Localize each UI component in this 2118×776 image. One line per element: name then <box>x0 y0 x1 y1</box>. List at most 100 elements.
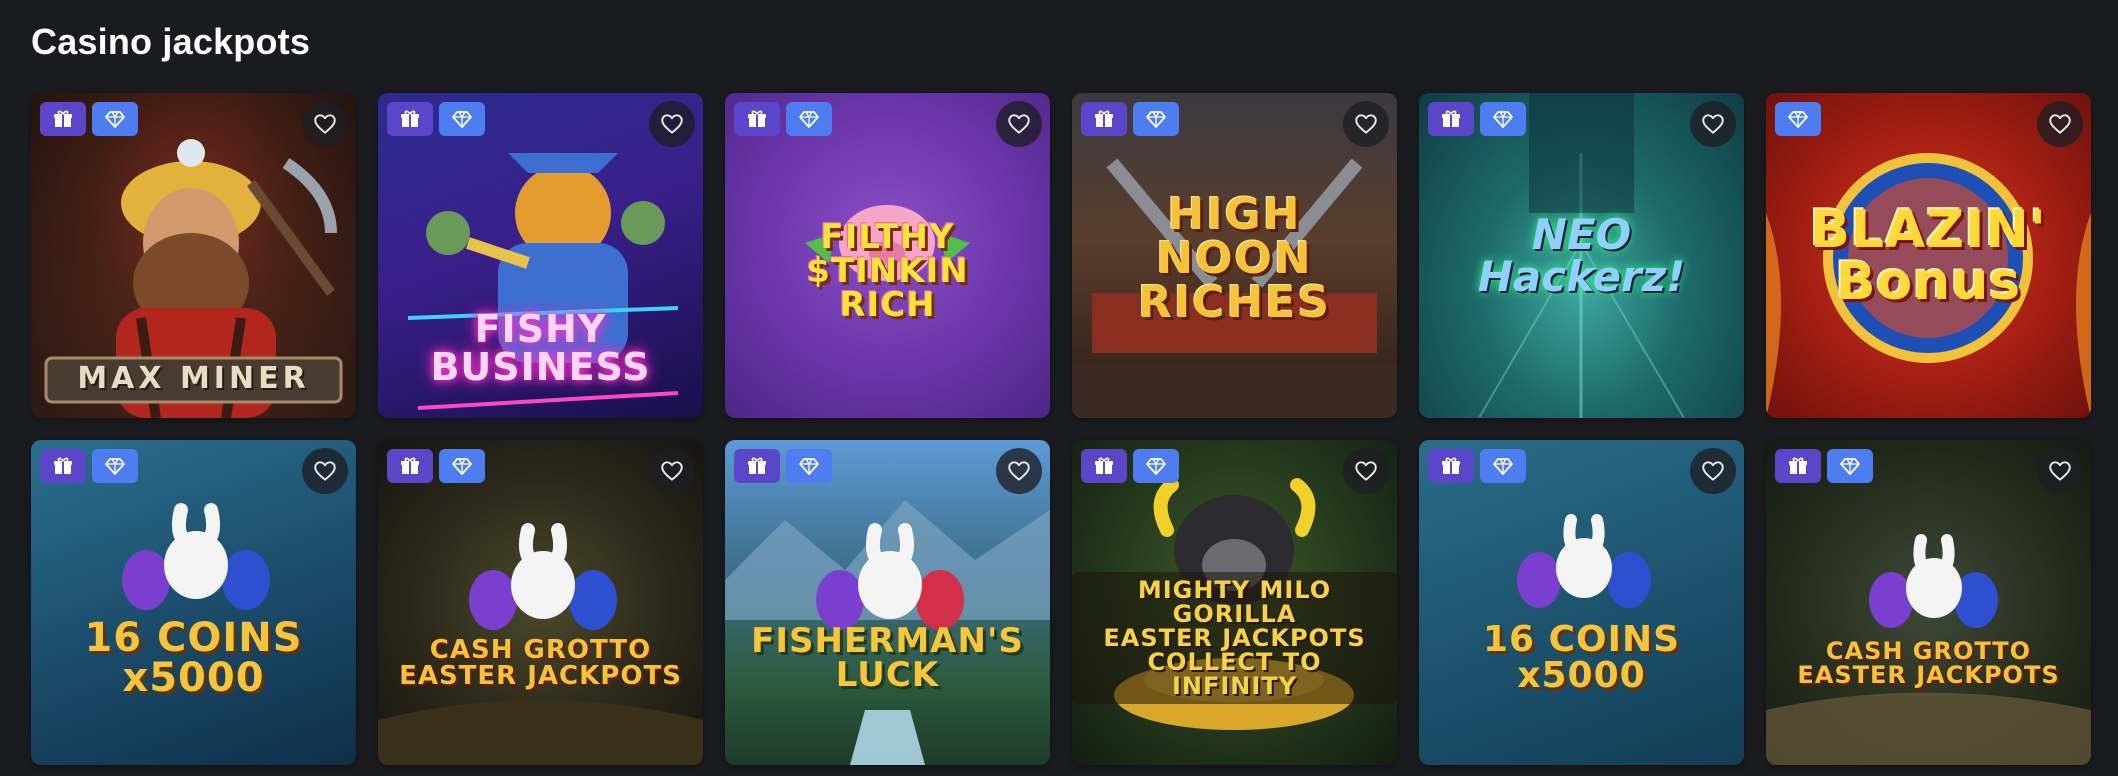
game-tile-fishermans-luck[interactable]: FISHERMAN'S LUCK <box>725 440 1050 765</box>
game-tile-blazin-bonus[interactable]: BLAZIN' Bonus <box>1766 93 2091 418</box>
heart-icon <box>1008 461 1030 481</box>
gem-badge <box>1480 102 1526 136</box>
diamond-icon <box>1493 111 1513 128</box>
gem-badge <box>439 449 485 483</box>
game-art <box>1419 93 1744 418</box>
heart-icon <box>2049 114 2071 134</box>
gift-badge <box>1081 449 1127 483</box>
badge-group <box>40 449 138 483</box>
game-art <box>31 440 356 765</box>
gift-badge <box>40 102 86 136</box>
favorite-button[interactable] <box>302 448 348 494</box>
game-art <box>725 440 1050 765</box>
gift-badge <box>1428 102 1474 136</box>
badge-group <box>1081 449 1179 483</box>
gift-badge <box>1428 449 1474 483</box>
game-art <box>378 93 703 418</box>
favorite-button[interactable] <box>1343 448 1389 494</box>
game-tile-neo-hackerz[interactable]: NEO Hackerz! <box>1419 93 1744 418</box>
badge-group <box>734 102 832 136</box>
favorite-button[interactable] <box>649 448 695 494</box>
gem-badge <box>1133 449 1179 483</box>
badge-group <box>387 102 485 136</box>
diamond-icon <box>1840 458 1860 475</box>
gem-badge <box>439 102 485 136</box>
gift-icon <box>1095 457 1113 474</box>
diamond-icon <box>452 111 472 128</box>
heart-icon <box>661 114 683 134</box>
gem-badge <box>1480 449 1526 483</box>
gift-badge <box>1775 449 1821 483</box>
game-art <box>1072 93 1397 418</box>
game-tile-filthy-stinkin-rich[interactable]: FILTHY $TINKIN RICH <box>725 93 1050 418</box>
gift-icon <box>1442 110 1460 127</box>
gift-badge <box>734 449 780 483</box>
favorite-button[interactable] <box>2037 448 2083 494</box>
gift-icon <box>1442 457 1460 474</box>
favorite-button[interactable] <box>302 101 348 147</box>
badge-group <box>1775 102 1821 136</box>
game-tile-16-coins-1[interactable]: 16 COINS x5000 <box>31 440 356 765</box>
gem-badge <box>1775 102 1821 136</box>
gift-badge <box>1081 102 1127 136</box>
badge-group <box>1775 449 1873 483</box>
section-title: Casino jackpots <box>31 21 311 62</box>
heart-icon <box>1355 114 1377 134</box>
game-art <box>1766 440 2091 765</box>
favorite-button[interactable] <box>1343 101 1389 147</box>
gem-badge <box>786 449 832 483</box>
game-tile-fishy-business[interactable]: FISHY BUSINESS <box>378 93 703 418</box>
badge-group <box>734 449 832 483</box>
game-tile-high-noon-riches[interactable]: HIGH NOON RICHES <box>1072 93 1397 418</box>
gift-badge <box>40 449 86 483</box>
game-art <box>1419 440 1744 765</box>
game-tile-mighty-milo-gorilla[interactable]: MIGHTY MILO GORILLA EASTER JACKPOTS COLL… <box>1072 440 1397 765</box>
favorite-button[interactable] <box>1690 101 1736 147</box>
gift-icon <box>1095 110 1113 127</box>
gift-icon <box>401 457 419 474</box>
diamond-icon <box>452 458 472 475</box>
badge-group <box>1428 449 1526 483</box>
game-tile-cash-grotto-2[interactable]: CASH GROTTO EASTER JACKPOTS <box>1766 440 2091 765</box>
favorite-button[interactable] <box>2037 101 2083 147</box>
gift-icon <box>401 110 419 127</box>
gift-badge <box>387 449 433 483</box>
diamond-icon <box>1146 458 1166 475</box>
gem-badge <box>1133 102 1179 136</box>
favorite-button[interactable] <box>649 101 695 147</box>
game-art <box>378 440 703 765</box>
diamond-icon <box>799 458 819 475</box>
game-art <box>725 93 1050 418</box>
gift-badge <box>387 102 433 136</box>
gem-badge <box>92 102 138 136</box>
heart-icon <box>314 114 336 134</box>
badge-group <box>1428 102 1526 136</box>
gift-icon <box>748 110 766 127</box>
heart-icon <box>1355 461 1377 481</box>
game-art <box>1766 93 2091 418</box>
game-tile-max-miner[interactable]: MAX MINER <box>31 93 356 418</box>
diamond-icon <box>1146 111 1166 128</box>
diamond-icon <box>799 111 819 128</box>
badge-group <box>40 102 138 136</box>
heart-icon <box>2049 461 2071 481</box>
gift-icon <box>1789 457 1807 474</box>
game-art <box>31 93 356 418</box>
favorite-button[interactable] <box>996 448 1042 494</box>
favorite-button[interactable] <box>1690 448 1736 494</box>
diamond-icon <box>105 458 125 475</box>
game-tile-16-coins-2[interactable]: 16 COINS x5000 <box>1419 440 1744 765</box>
gem-badge <box>92 449 138 483</box>
heart-icon <box>1008 114 1030 134</box>
game-art <box>1072 440 1397 765</box>
heart-icon <box>661 461 683 481</box>
favorite-button[interactable] <box>996 101 1042 147</box>
heart-icon <box>1702 461 1724 481</box>
gem-badge <box>1827 449 1873 483</box>
badge-group <box>387 449 485 483</box>
game-grid: MAX MINER FISHY BUSINESS FILTHY $TINKIN … <box>31 93 2091 765</box>
gift-badge <box>734 102 780 136</box>
heart-icon <box>314 461 336 481</box>
gift-icon <box>54 457 72 474</box>
game-tile-cash-grotto-1[interactable]: CASH GROTTO EASTER JACKPOTS <box>378 440 703 765</box>
